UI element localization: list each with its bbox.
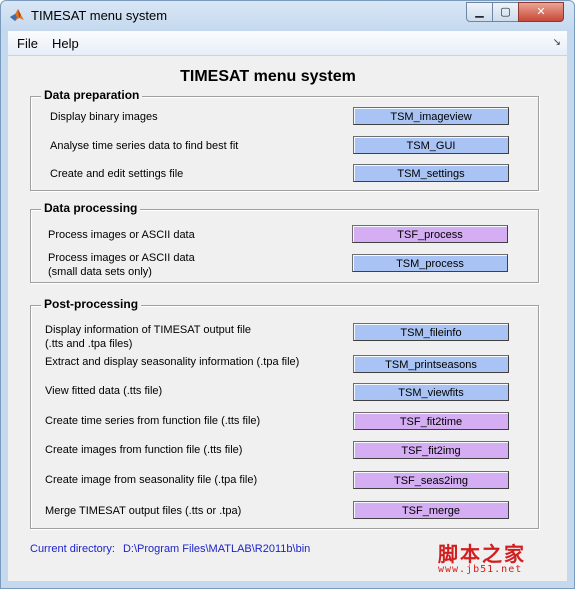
figure-content: TIMESAT menu system Data preparation Dis… bbox=[8, 56, 567, 581]
maximize-icon: ▢ bbox=[500, 6, 511, 18]
row-sublabel-small-data-sets: (small data sets only) bbox=[48, 266, 152, 278]
maximize-button[interactable]: ▢ bbox=[492, 2, 519, 22]
row-label-process-images-small: Process images or ASCII data bbox=[48, 252, 195, 264]
menu-file[interactable]: File bbox=[17, 36, 38, 51]
dock-arrow-icon[interactable]: ↘ bbox=[553, 37, 561, 48]
panel-data-preparation: Data preparation Display binary images T… bbox=[30, 88, 539, 191]
panel-title-data-processing: Data processing bbox=[41, 201, 141, 215]
row-label-process-images: Process images or ASCII data bbox=[48, 229, 195, 241]
row-label-view-fitted-data: View fitted data (.tts file) bbox=[45, 385, 163, 397]
application-window: TIMESAT menu system ▁ ▢ ✕ File Help ↘ TI… bbox=[0, 0, 575, 589]
minimize-icon: ▁ bbox=[475, 6, 484, 18]
panel-title-data-preparation: Data preparation bbox=[41, 88, 143, 102]
row-label-display-binary-images: Display binary images bbox=[50, 111, 158, 123]
row-label-create-time-series: Create time series from function file (.… bbox=[45, 415, 261, 427]
panel-post-processing: Post-processing Display information of T… bbox=[30, 297, 539, 529]
row-label-create-images: Create images from function file (.tts f… bbox=[45, 444, 243, 456]
tsf-seas2img-button[interactable]: TSF_seas2img bbox=[353, 471, 509, 489]
matlab-logo-icon bbox=[9, 7, 25, 23]
tsf-process-button[interactable]: TSF_process bbox=[352, 225, 508, 243]
tsf-fit2time-button[interactable]: TSF_fit2time bbox=[353, 412, 509, 430]
current-directory-value: D:\Program Files\MATLAB\R2011b\bin bbox=[122, 543, 311, 555]
page-title: TIMESAT menu system bbox=[180, 68, 356, 85]
menu-bar: File Help ↘ bbox=[8, 31, 567, 56]
tsm-gui-button[interactable]: TSM_GUI bbox=[353, 136, 509, 154]
tsm-viewfits-button[interactable]: TSM_viewfits bbox=[353, 383, 509, 401]
row-label-analyse-time-series: Analyse time series data to find best fi… bbox=[50, 140, 239, 152]
window-title: TIMESAT menu system bbox=[31, 8, 168, 23]
row-sublabel-tts-tpa-files: (.tts and .tpa files) bbox=[45, 338, 133, 350]
minimize-button[interactable]: ▁ bbox=[466, 2, 493, 22]
panel-data-processing: Data processing Process images or ASCII … bbox=[30, 201, 539, 283]
row-label-settings-file: Create and edit settings file bbox=[50, 168, 184, 180]
current-directory-label: Current directory: bbox=[30, 543, 115, 555]
title-bar[interactable]: TIMESAT menu system ▁ ▢ ✕ bbox=[1, 1, 574, 30]
tsf-merge-button[interactable]: TSF_merge bbox=[353, 501, 509, 519]
tsm-settings-button[interactable]: TSM_settings bbox=[353, 164, 509, 182]
current-directory: Current directory: D:\Program Files\MATLA… bbox=[30, 543, 310, 555]
tsf-fit2img-button[interactable]: TSF_fit2img bbox=[353, 441, 509, 459]
close-icon: ✕ bbox=[536, 6, 546, 18]
row-label-extract-seasonality: Extract and display seasonality informat… bbox=[45, 356, 300, 368]
tsm-fileinfo-button[interactable]: TSM_fileinfo bbox=[353, 323, 509, 341]
row-label-create-image-seasonality: Create image from seasonality file (.tpa… bbox=[45, 474, 258, 486]
tsm-imageview-button[interactable]: TSM_imageview bbox=[353, 107, 509, 125]
menu-help[interactable]: Help bbox=[52, 36, 79, 51]
tsm-process-button[interactable]: TSM_process bbox=[352, 254, 508, 272]
close-button[interactable]: ✕ bbox=[518, 2, 564, 22]
panel-title-post-processing: Post-processing bbox=[41, 297, 142, 311]
tsm-printseasons-button[interactable]: TSM_printseasons bbox=[353, 355, 509, 373]
row-label-display-information: Display information of TIMESAT output fi… bbox=[45, 324, 252, 336]
row-label-merge-output: Merge TIMESAT output files (.tts or .tpa… bbox=[45, 505, 242, 517]
